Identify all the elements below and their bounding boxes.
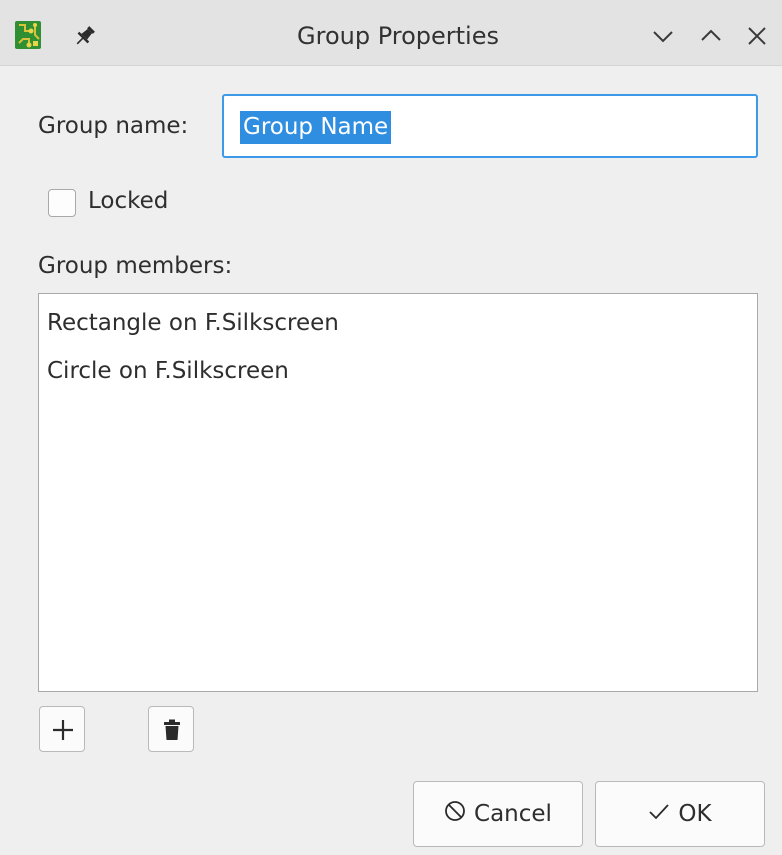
group-members-label: Group members: [38,253,233,279]
locked-checkbox[interactable] [48,189,76,217]
cancel-button-label: Cancel [474,801,552,827]
cancel-button[interactable]: Cancel [413,781,583,847]
ok-button[interactable]: OK [595,781,765,847]
title-bar[interactable]: Group Properties [0,0,782,66]
delete-member-button[interactable] [148,706,194,752]
locked-label[interactable]: Locked [88,188,168,214]
group-name-label: Group name: [38,113,189,139]
group-properties-dialog: Group Properties Group name: Group Name … [0,0,782,855]
checkmark-icon [648,800,670,828]
group-members-list[interactable]: Rectangle on F.Silkscreen Circle on F.Si… [38,293,758,692]
cancel-circle-icon [444,800,466,828]
add-member-button[interactable] [39,706,85,752]
ok-button-label: OK [678,801,712,827]
minimize-chevron-icon[interactable] [650,23,676,49]
group-name-input[interactable]: Group Name [222,94,758,158]
group-name-value[interactable]: Group Name [240,111,392,144]
close-icon[interactable] [744,23,770,49]
list-item[interactable]: Rectangle on F.Silkscreen [47,310,339,336]
list-item[interactable]: Circle on F.Silkscreen [47,358,289,384]
maximize-chevron-icon[interactable] [698,23,724,49]
